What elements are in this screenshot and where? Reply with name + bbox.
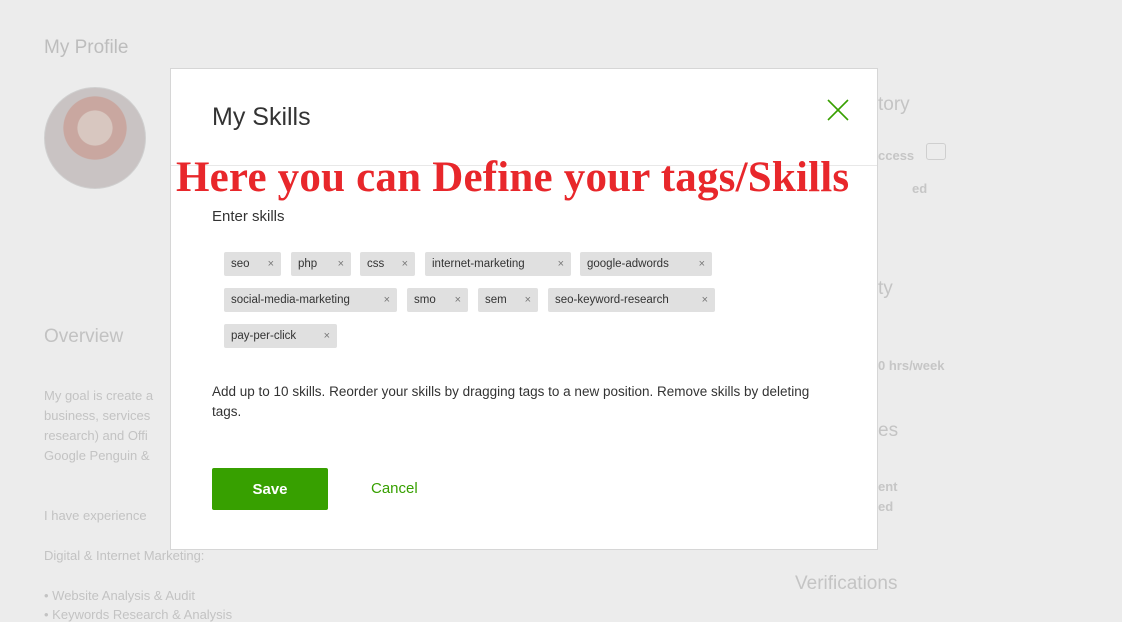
remove-tag-icon[interactable]: ×	[324, 324, 330, 348]
skill-tag-label: seo	[231, 258, 250, 270]
skill-tag[interactable]: seo-keyword-research ×	[548, 288, 715, 312]
remove-tag-icon[interactable]: ×	[702, 288, 708, 312]
remove-tag-icon[interactable]: ×	[402, 252, 408, 276]
skill-tag-label: smo	[414, 294, 436, 306]
skill-tag[interactable]: smo ×	[407, 288, 468, 312]
right-small-text: ed	[878, 499, 894, 514]
skill-tag-label: seo-keyword-research	[555, 294, 669, 306]
skill-tag[interactable]: google-adwords ×	[580, 252, 712, 276]
remove-tag-icon[interactable]: ×	[525, 288, 531, 312]
skill-tag[interactable]: social-media-marketing ×	[224, 288, 397, 312]
skill-tag-label: google-adwords	[587, 258, 669, 270]
overview-line: Google Penguin &	[44, 448, 150, 463]
skill-tag[interactable]: pay-per-click ×	[224, 324, 337, 348]
overview-line: My goal is create a	[44, 388, 154, 403]
skill-tag-label: css	[367, 258, 385, 270]
remove-tag-icon[interactable]: ×	[384, 288, 390, 312]
skill-tag-label: internet-marketing	[432, 258, 525, 270]
verifications-heading: Verifications	[795, 573, 898, 594]
save-button[interactable]: Save	[212, 468, 328, 510]
right-heading: ty	[878, 278, 893, 299]
skill-tag-label: pay-per-click	[231, 330, 297, 342]
skill-tag-label: php	[298, 258, 318, 270]
avatar	[44, 87, 146, 189]
bullet-item: • Keywords Research & Analysis	[44, 607, 233, 622]
remove-tag-icon[interactable]: ×	[268, 252, 274, 276]
close-button[interactable]	[825, 97, 851, 123]
skills-help-text: Add up to 10 skills. Reorder your skills…	[212, 384, 810, 419]
enter-skills-label: Enter skills	[212, 208, 285, 225]
right-heading: es	[878, 420, 899, 441]
remove-tag-icon[interactable]: ×	[699, 252, 705, 276]
modal-title: My Skills	[212, 103, 311, 131]
my-skills-modal: My Skills Enter skills seo × php × css ×…	[170, 68, 878, 550]
skill-tag[interactable]: internet-marketing ×	[425, 252, 571, 276]
skill-tag-label: social-media-marketing	[231, 294, 350, 306]
remove-tag-icon[interactable]: ×	[455, 288, 461, 312]
cancel-button[interactable]: Cancel	[361, 468, 428, 510]
right-heading: tory	[878, 94, 910, 115]
right-small-text: ed	[912, 181, 928, 196]
right-small-text: ccess	[878, 148, 915, 163]
remove-tag-icon[interactable]: ×	[558, 252, 564, 276]
skill-tag[interactable]: css ×	[360, 252, 415, 276]
overview-line: research) and Offi	[44, 428, 148, 443]
experience-line: I have experience	[44, 508, 147, 523]
skill-tag[interactable]: seo ×	[224, 252, 281, 276]
skill-tag[interactable]: sem ×	[478, 288, 538, 312]
page-title: My Profile	[44, 37, 129, 58]
overview-heading: Overview	[44, 326, 124, 347]
right-small-text: ent	[878, 479, 898, 494]
digital-line: Digital & Internet Marketing:	[44, 548, 205, 563]
bullet-item: • Website Analysis & Audit	[44, 588, 195, 603]
skill-tag[interactable]: php ×	[291, 252, 351, 276]
chat-icon	[926, 143, 946, 160]
skill-tag-label: sem	[485, 294, 507, 306]
right-small-text: 0 hrs/week	[878, 358, 945, 373]
modal-header: My Skills	[171, 69, 877, 166]
remove-tag-icon[interactable]: ×	[338, 252, 344, 276]
annotation-caption: Here you can Define your tags/Skills	[176, 154, 850, 201]
overview-line: business, services	[44, 408, 151, 423]
close-icon	[827, 99, 849, 121]
